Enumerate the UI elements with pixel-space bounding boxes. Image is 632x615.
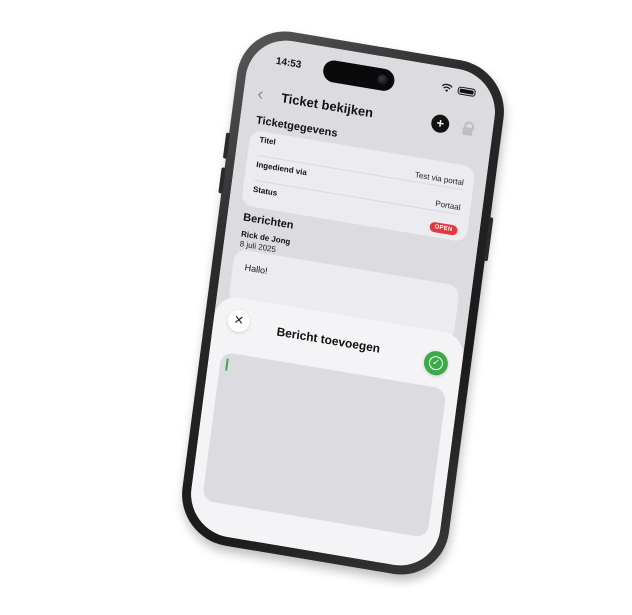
chevron-left-icon[interactable]: ‹ — [256, 83, 265, 104]
status-indicators — [440, 82, 477, 97]
battery-icon — [457, 85, 477, 97]
phone-mockup: 14:53 ‹ Ticket bekijken + Ticketgegevens… — [175, 23, 511, 583]
row-value: Portaal — [434, 198, 462, 213]
message-input[interactable] — [202, 351, 447, 538]
lock-icon[interactable] — [462, 126, 473, 137]
row-label: Ingediend via — [255, 159, 308, 178]
add-message-sheet: × Bericht toevoegen ✓ — [186, 294, 466, 572]
wifi-icon — [441, 83, 453, 92]
message-text: Hallo! — [244, 262, 269, 277]
confirm-button[interactable]: ✓ — [422, 349, 450, 378]
checkmark-icon: ✓ — [428, 355, 444, 372]
close-icon[interactable]: × — [226, 308, 252, 334]
row-label: Status — [252, 184, 278, 198]
sheet-title: Bericht toevoegen — [275, 324, 381, 356]
status-time: 14:53 — [275, 55, 302, 71]
camera-icon — [376, 73, 389, 86]
status-badge: OPEN — [428, 221, 459, 236]
row-label: Titel — [259, 135, 277, 147]
add-comment-icon[interactable]: + — [430, 113, 451, 135]
